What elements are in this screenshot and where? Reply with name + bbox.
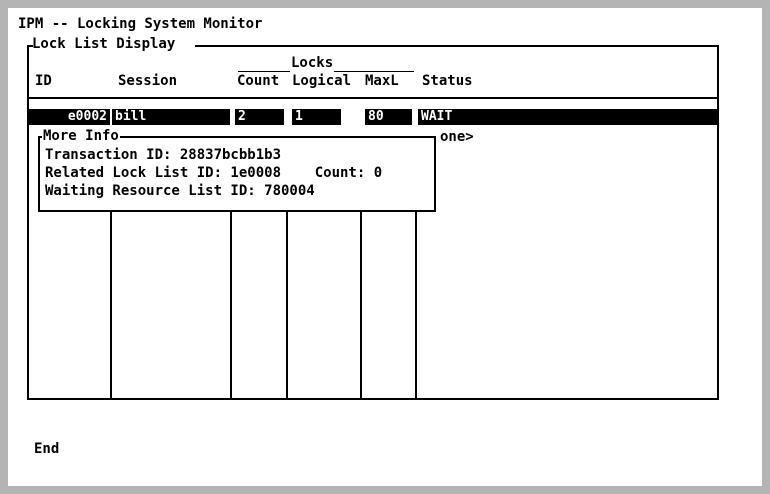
column-header-count: Count xyxy=(237,73,280,89)
related-lock-list-text: Related Lock List ID: 1e0008 Count: 0 xyxy=(45,165,383,181)
panel-border-top xyxy=(195,45,718,47)
row-session-cell[interactable]: bill xyxy=(112,109,230,125)
waiting-resource-list-text: Waiting Resource List ID: 780004 xyxy=(45,183,315,199)
locks-group-header: Locks xyxy=(291,55,334,71)
row-status-cell[interactable]: WAIT xyxy=(418,109,717,125)
column-header-logical: Logical xyxy=(292,73,352,89)
column-header-id: ID xyxy=(35,73,52,89)
row-count-cell[interactable]: 2 xyxy=(235,109,284,125)
locks-group-rule-right xyxy=(334,71,414,72)
column-divider-5 xyxy=(415,206,417,400)
column-divider-1 xyxy=(110,206,112,400)
terminal-screen: IPM -- Locking System Monitor Lock List … xyxy=(8,8,762,486)
header-separator xyxy=(27,97,719,99)
more-info-title: More Info xyxy=(42,128,120,144)
truncated-background-text: one> xyxy=(440,129,474,145)
footer-command-end[interactable]: End xyxy=(34,441,59,457)
column-header-session: Session xyxy=(118,73,178,89)
row-id-cell[interactable]: e0002 xyxy=(29,109,110,125)
panel-border-bottom xyxy=(27,398,719,400)
column-divider-3 xyxy=(286,206,288,400)
row-logical-cell[interactable]: 1 xyxy=(292,109,341,125)
panel-title: Lock List Display xyxy=(32,36,176,52)
row-maxl-cell[interactable]: 80 xyxy=(365,109,412,125)
app-title: IPM -- Locking System Monitor xyxy=(18,16,263,32)
column-header-status: Status xyxy=(422,73,473,89)
column-divider-4 xyxy=(360,206,362,400)
column-header-maxl: MaxL xyxy=(365,73,399,89)
more-info-popup: More Info Transaction ID: 28837bcbb1b3 R… xyxy=(38,128,436,212)
transaction-id-text: Transaction ID: 28837bcbb1b3 xyxy=(45,147,282,163)
column-divider-2 xyxy=(230,206,232,400)
locks-group-rule-left xyxy=(238,71,290,72)
